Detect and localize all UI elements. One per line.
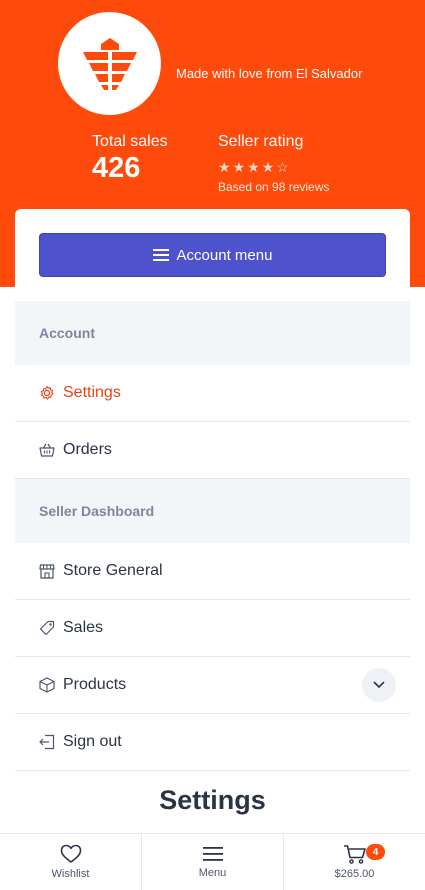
rating-stars: ★ ★ ★ ★ ☆ — [218, 159, 289, 175]
menu-item-label: Orders — [63, 441, 112, 458]
basket-icon — [39, 442, 55, 458]
menu-item-label: Settings — [63, 384, 121, 401]
star-icon: ★ — [232, 159, 246, 175]
bottom-navigation: Wishlist Menu 4 $265.00 — [0, 833, 425, 890]
menu-item-label: Sales — [63, 619, 104, 636]
menu-item-label: Sign out — [63, 733, 122, 750]
section-title-seller-dashboard: Seller Dashboard — [15, 479, 410, 543]
hamburger-icon — [152, 249, 169, 261]
menu-item-sales[interactable]: Sales — [15, 600, 410, 657]
gear-icon — [39, 385, 55, 401]
menu-item-store-general[interactable]: Store General — [15, 543, 410, 600]
total-sales-value: 426 — [92, 152, 141, 184]
page-title: Settings — [159, 785, 266, 815]
menu-item-sign-out[interactable]: Sign out — [15, 714, 410, 771]
cart-tab[interactable]: 4 $265.00 — [284, 834, 425, 890]
ship-icon — [82, 37, 137, 90]
star-outline-icon: ☆ — [276, 159, 289, 175]
menu-item-label: Products — [63, 676, 127, 693]
cart-icon — [343, 845, 366, 864]
heart-icon — [60, 844, 81, 863]
cart-count-badge: 4 — [366, 844, 385, 860]
box-icon — [39, 677, 55, 693]
sign-out-icon — [39, 734, 55, 750]
menu-item-products[interactable]: Products — [15, 657, 410, 714]
seller-rating-label: Seller rating — [218, 133, 304, 150]
wishlist-label: Wishlist — [51, 868, 90, 880]
star-icon: ★ — [218, 159, 231, 175]
menu-label: Menu — [198, 867, 227, 879]
expand-products-button[interactable] — [362, 668, 396, 702]
menu-item-label: Store General — [63, 562, 163, 579]
reviews-count: Based on 98 reviews — [218, 180, 330, 194]
menu-tab[interactable]: Menu — [142, 834, 284, 890]
account-menu-label: Account menu — [176, 246, 273, 264]
chevron-down-icon — [373, 681, 385, 688]
total-sales-label: Total sales — [92, 133, 168, 150]
menu-item-orders[interactable]: Orders — [15, 422, 410, 479]
hamburger-icon — [202, 847, 223, 861]
cart-total: $265.00 — [334, 868, 375, 880]
menu-item-settings[interactable]: Settings — [15, 365, 410, 422]
tag-icon — [39, 620, 55, 636]
store-logo — [58, 12, 161, 115]
store-tagline: Made with love from El Salvador — [176, 66, 363, 81]
section-title-account: Account — [15, 301, 410, 365]
store-icon — [39, 563, 55, 579]
star-icon: ★ — [247, 159, 260, 175]
wishlist-tab[interactable]: Wishlist — [0, 834, 142, 890]
star-icon: ★ — [261, 159, 275, 175]
account-menu-card: Account menu Account Settings Orders Sel… — [15, 209, 410, 839]
account-menu-button[interactable]: Account menu — [39, 233, 386, 277]
